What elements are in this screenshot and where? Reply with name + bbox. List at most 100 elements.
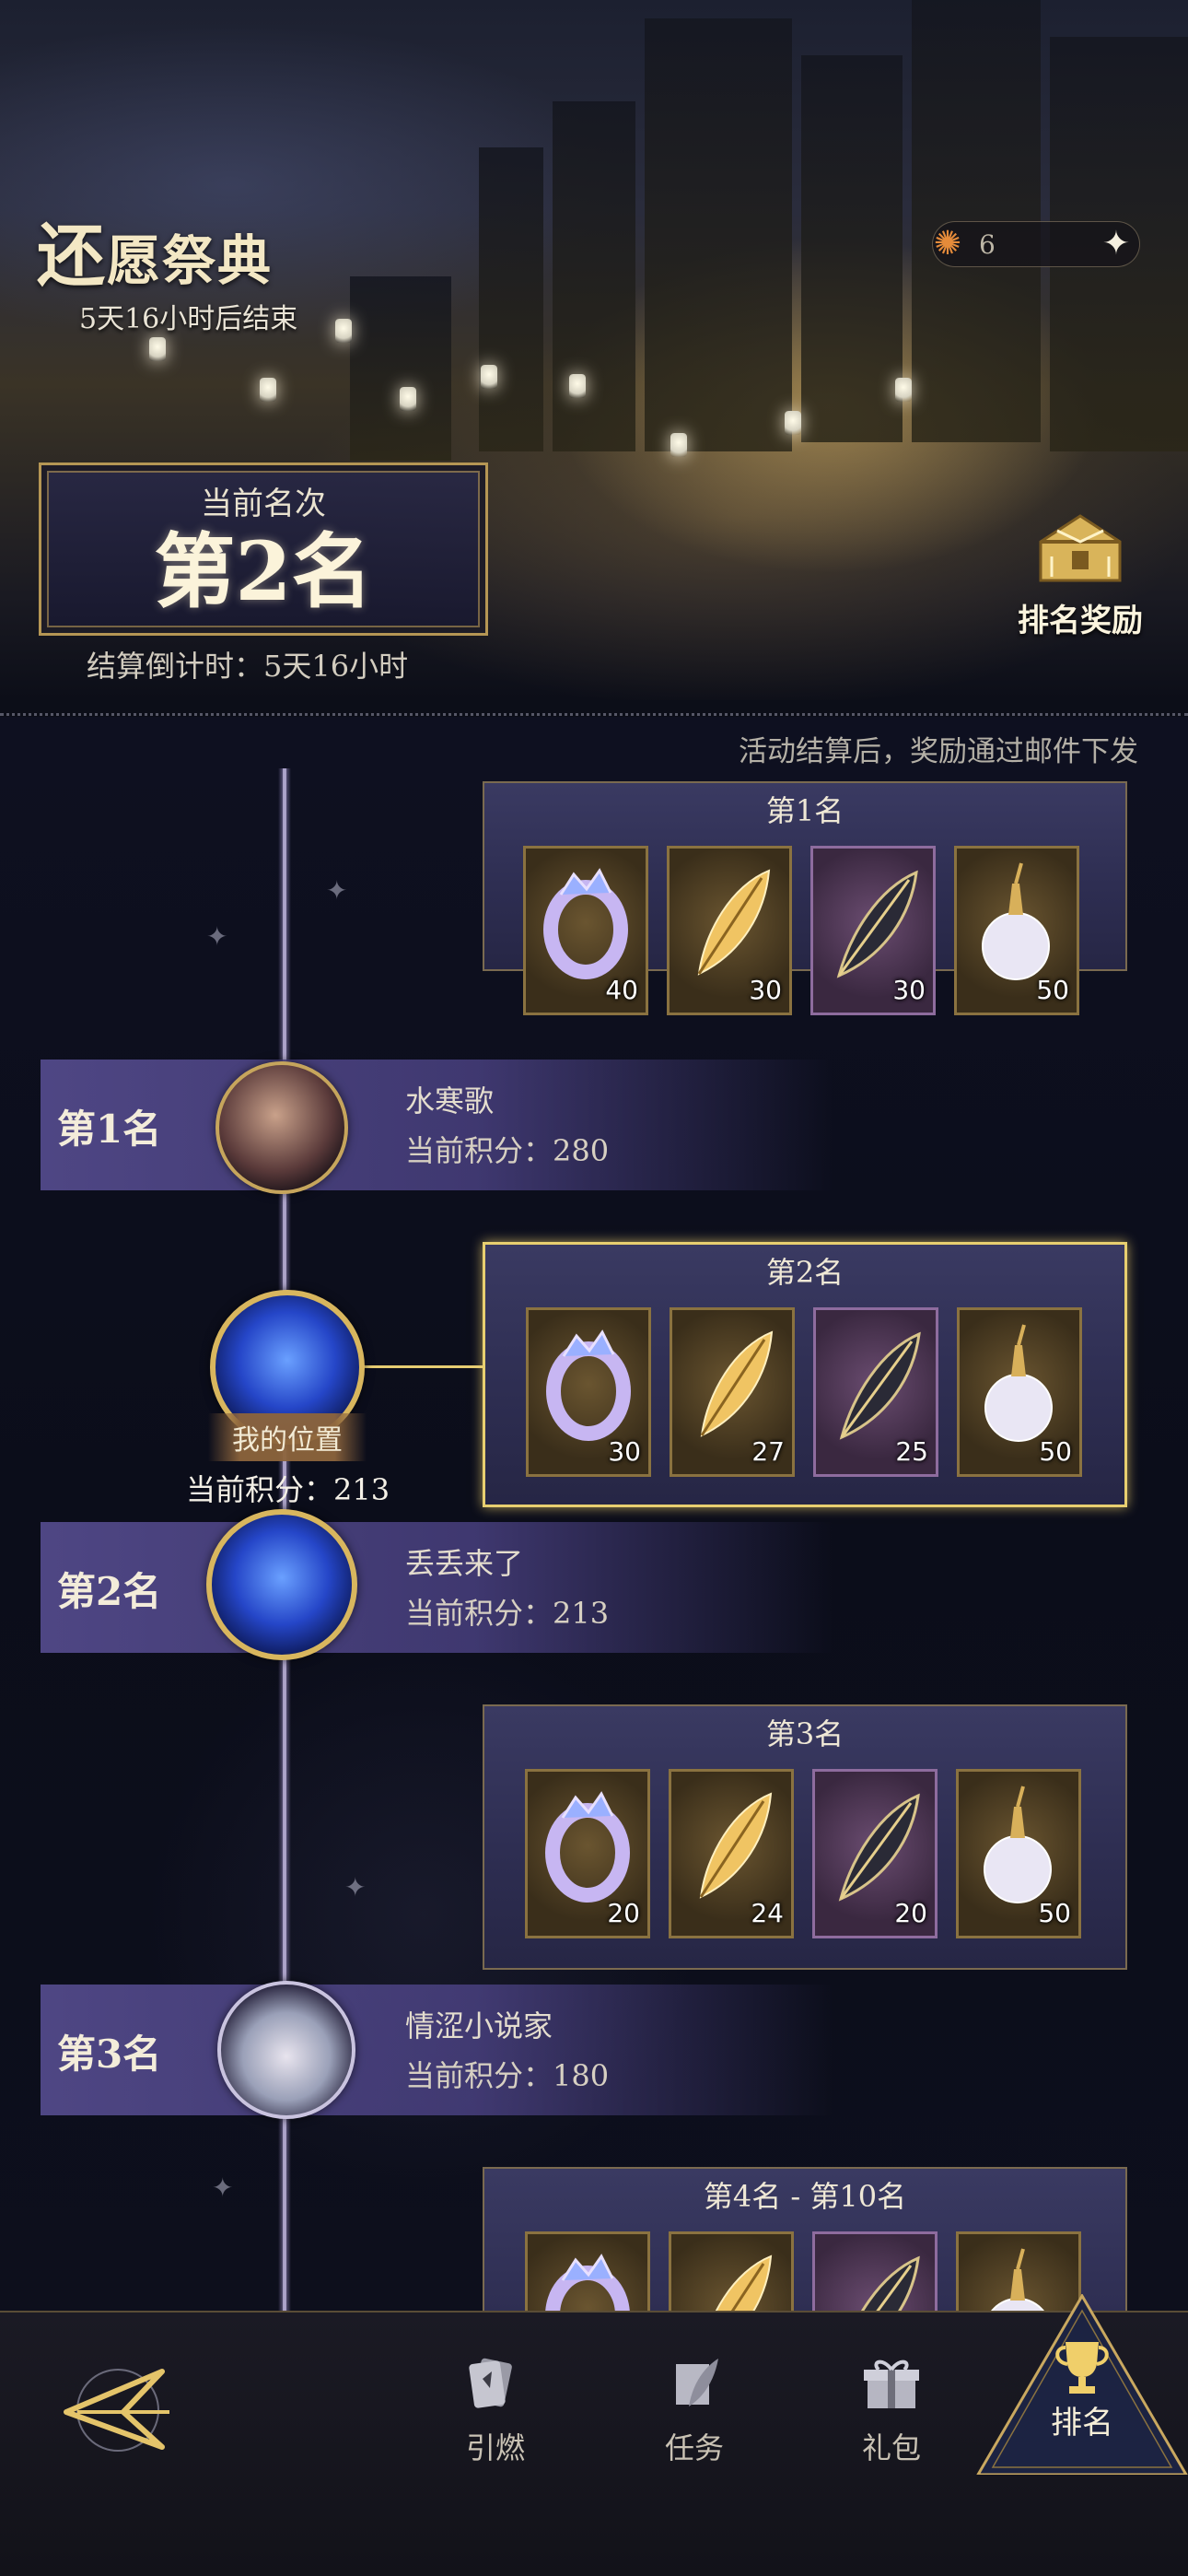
reward-item-qty: 50 bbox=[1036, 975, 1069, 1005]
dark-quill-icon bbox=[839, 1331, 921, 1440]
reward-item[interactable]: 27 bbox=[670, 1307, 795, 1477]
reward-tier-title: 第2名 bbox=[765, 1255, 844, 1290]
player-avatar[interactable] bbox=[215, 1061, 348, 1194]
reward-item[interactable]: 50 bbox=[957, 1307, 1082, 1477]
settlement-countdown: 结算倒计时：5天16小时 bbox=[87, 649, 409, 684]
reward-item[interactable]: 30 bbox=[526, 1307, 651, 1477]
banner-tower bbox=[553, 101, 635, 451]
event-title-block: 还愿祭典 5天16小时后结束 bbox=[37, 201, 297, 336]
my-position-tag: 我的位置 bbox=[195, 1413, 379, 1461]
crystal-ring-icon bbox=[546, 1329, 631, 1441]
sparkle-decoration: ✦ bbox=[326, 875, 348, 906]
pearl-potion-icon bbox=[982, 862, 1050, 980]
reward-item-qty: 30 bbox=[892, 975, 926, 1005]
reward-item[interactable]: 25 bbox=[813, 1307, 938, 1477]
my-position-connector bbox=[361, 1365, 483, 1368]
reward-item[interactable]: 20 bbox=[525, 1769, 650, 1938]
reward-tier-title: 第4名 - 第10名 bbox=[703, 2179, 907, 2214]
reward-item-qty: 25 bbox=[895, 1436, 928, 1467]
reward-tier-title: 第1名 bbox=[765, 793, 844, 828]
player-rank: 第1名 bbox=[57, 1107, 162, 1152]
scroll-feather-icon bbox=[676, 2359, 718, 2406]
reward-item[interactable]: 40 bbox=[523, 846, 648, 1015]
lantern-decoration bbox=[335, 319, 352, 343]
reward-item-qty: 30 bbox=[608, 1436, 641, 1467]
lantern-decoration bbox=[895, 378, 912, 402]
player-row[interactable]: 第3名 情涩小说家 当前积分：180 bbox=[41, 1985, 833, 2115]
my-position-score: 当前积分：213 bbox=[186, 1472, 390, 1507]
golden-feather-icon bbox=[699, 1792, 773, 1899]
reward-item[interactable]: 30 bbox=[667, 846, 792, 1015]
nav-tab-ranking[interactable]: 排名 bbox=[975, 2293, 1188, 2476]
reward-item-qty: 50 bbox=[1038, 1898, 1071, 1928]
sparkle-decoration: ✦ bbox=[212, 2172, 234, 2203]
event-remaining-time: 5天16小时后结束 bbox=[79, 303, 298, 335]
reward-item[interactable]: 20 bbox=[812, 1769, 938, 1938]
lantern-decoration bbox=[400, 387, 416, 411]
nav-tab-label: 任务 bbox=[664, 2430, 724, 2465]
banner-tower bbox=[479, 147, 543, 451]
trophy-icon bbox=[1055, 2342, 1109, 2394]
divider bbox=[0, 713, 1188, 716]
reward-item[interactable] bbox=[812, 2231, 938, 2311]
reward-item-qty: 27 bbox=[751, 1436, 785, 1467]
lantern-decoration bbox=[481, 365, 497, 389]
current-rank-value: 第2名 bbox=[154, 523, 373, 619]
reward-item[interactable]: 50 bbox=[954, 846, 1079, 1015]
player-score: 当前积分：213 bbox=[405, 1596, 610, 1631]
player-avatar[interactable] bbox=[217, 1981, 355, 2119]
dark-quill-icon bbox=[861, 2255, 920, 2311]
reward-item[interactable]: 30 bbox=[810, 846, 936, 1015]
sparkle-plus-icon[interactable]: ✦ bbox=[1102, 226, 1130, 263]
bottom-nav: 引燃 任务 礼包 排名 bbox=[0, 2293, 1188, 2576]
player-name: 水寒歌 bbox=[405, 1083, 495, 1118]
lantern-decoration bbox=[670, 433, 687, 457]
golden-feather-icon bbox=[697, 869, 771, 976]
reward-item[interactable] bbox=[669, 2231, 794, 2311]
lantern-decoration bbox=[149, 337, 166, 361]
event-title-rest: 愿祭典 bbox=[107, 229, 274, 292]
dark-quill-icon bbox=[838, 1793, 920, 1902]
reward-tier-card[interactable]: 第3名 20 24 20 50 bbox=[483, 1704, 1127, 1970]
reward-tier-card[interactable]: 第4名 - 第10名 bbox=[483, 2167, 1127, 2311]
ranking-list[interactable]: 活动结算后，奖励通过邮件下发 ✦ ✦ ✦ ✦ 第1名 40 30 30 50 第… bbox=[0, 717, 1188, 2311]
nav-tab-label: 礼包 bbox=[861, 2430, 921, 2465]
lantern-decoration bbox=[785, 411, 801, 435]
reward-tier-card[interactable]: 第1名 40 30 30 50 bbox=[483, 781, 1127, 1015]
lantern-decoration bbox=[260, 378, 276, 402]
player-row[interactable]: 第2名 丢丢来了 当前积分：213 bbox=[41, 1522, 833, 1653]
crystal-ring-icon bbox=[545, 1791, 630, 1903]
currency-pill[interactable]: ✺ 6 ✦ bbox=[932, 221, 1140, 267]
reward-item-qty: 30 bbox=[749, 975, 782, 1005]
lantern-decoration bbox=[569, 374, 586, 398]
reward-item[interactable]: 24 bbox=[669, 1769, 794, 1938]
nav-tab-gift[interactable]: 礼包 bbox=[827, 2351, 956, 2467]
player-row[interactable]: 第1名 水寒歌 当前积分：280 bbox=[41, 1060, 833, 1190]
cards-icon bbox=[469, 2358, 512, 2408]
reward-item-qty: 20 bbox=[607, 1898, 640, 1928]
banner-tower bbox=[801, 55, 903, 442]
reward-item[interactable] bbox=[525, 2231, 650, 2311]
ember-coin-icon: ✺ bbox=[933, 225, 962, 263]
nav-tab-tasks[interactable]: 任务 bbox=[630, 2351, 759, 2467]
banner-tower bbox=[350, 276, 451, 461]
player-name: 情涩小说家 bbox=[405, 2008, 553, 2043]
player-name: 丢丢来了 bbox=[405, 1546, 524, 1581]
golden-feather-icon bbox=[700, 1330, 774, 1437]
crystal-ring-icon bbox=[545, 2254, 630, 2311]
reward-item[interactable]: 50 bbox=[956, 1769, 1081, 1938]
pearl-potion-icon bbox=[984, 1786, 1052, 1903]
reward-item-qty: 24 bbox=[751, 1898, 784, 1928]
reward-tier-card-current[interactable]: 第2名 30 27 25 50 bbox=[483, 1242, 1127, 1507]
reward-item-qty: 50 bbox=[1039, 1436, 1072, 1467]
current-rank-label: 当前名次 bbox=[201, 486, 326, 522]
event-title: 还愿祭典 bbox=[37, 201, 297, 299]
rank-rewards-button[interactable]: 排名奖励 bbox=[984, 505, 1177, 640]
crystal-ring-icon bbox=[543, 868, 628, 979]
nav-tab-label: 引燃 bbox=[465, 2430, 525, 2465]
sparkle-decoration: ✦ bbox=[344, 1872, 367, 1903]
nav-tab-ignite[interactable]: 引燃 bbox=[431, 2351, 560, 2467]
player-avatar[interactable] bbox=[206, 1509, 357, 1660]
back-arrow-emblem-icon[interactable] bbox=[59, 2351, 177, 2469]
current-rank-panel: 当前名次 第2名 bbox=[39, 463, 488, 636]
